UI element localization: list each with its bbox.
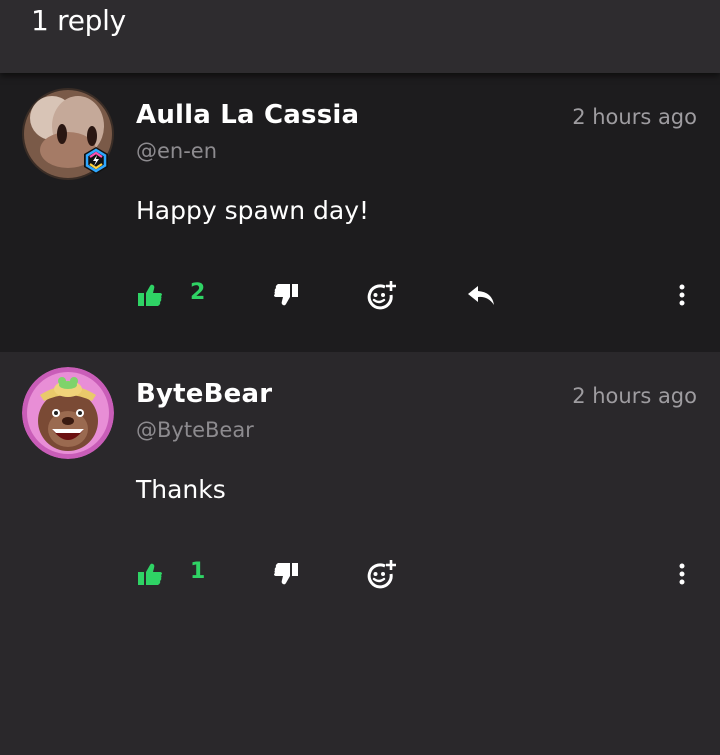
comment-actions: 1	[0, 554, 720, 594]
comment-actions: 2	[0, 275, 720, 315]
thumbs-down-icon	[274, 563, 298, 585]
reply-arrow-icon	[468, 286, 494, 305]
reply-button[interactable]	[463, 275, 499, 315]
like-count: 1	[190, 559, 206, 584]
comment-timestamp: 2 hours ago	[572, 105, 697, 129]
add-emoji-icon	[367, 281, 396, 310]
add-emoji-icon	[367, 560, 396, 589]
more-vertical-icon	[679, 284, 685, 306]
comment-author[interactable]: Aulla La Cassia	[136, 100, 359, 130]
thumbs-up-icon	[138, 284, 162, 306]
comment-timestamp: 2 hours ago	[572, 384, 697, 408]
hexagon-badge-icon	[81, 145, 111, 175]
reply-count-title: 1 reply	[31, 4, 126, 37]
comment-item: ByteBear @ByteBear 2 hours ago Thanks 1	[0, 352, 720, 755]
dislike-button[interactable]	[270, 554, 302, 594]
more-options-button[interactable]	[670, 554, 694, 594]
add-reaction-button[interactable]	[362, 275, 400, 315]
more-options-button[interactable]	[670, 275, 694, 315]
avatar[interactable]	[22, 367, 114, 459]
thumbs-down-icon	[274, 284, 298, 306]
comment-text: Thanks	[136, 475, 226, 504]
thumbs-up-icon	[138, 563, 162, 585]
comment-text: Happy spawn day!	[136, 196, 370, 225]
comment-author[interactable]: ByteBear	[136, 379, 272, 409]
comment-handle[interactable]: @ByteBear	[136, 418, 254, 442]
comment-handle[interactable]: @en-en	[136, 139, 217, 163]
like-count: 2	[190, 280, 206, 305]
more-vertical-icon	[679, 563, 685, 585]
comment-item: Aulla La Cassia @en-en 2 hours ago Happy…	[0, 73, 720, 352]
replies-header: 1 reply	[0, 0, 720, 73]
dislike-button[interactable]	[270, 275, 302, 315]
like-button[interactable]	[134, 275, 166, 315]
like-button[interactable]	[134, 554, 166, 594]
add-reaction-button[interactable]	[362, 554, 400, 594]
